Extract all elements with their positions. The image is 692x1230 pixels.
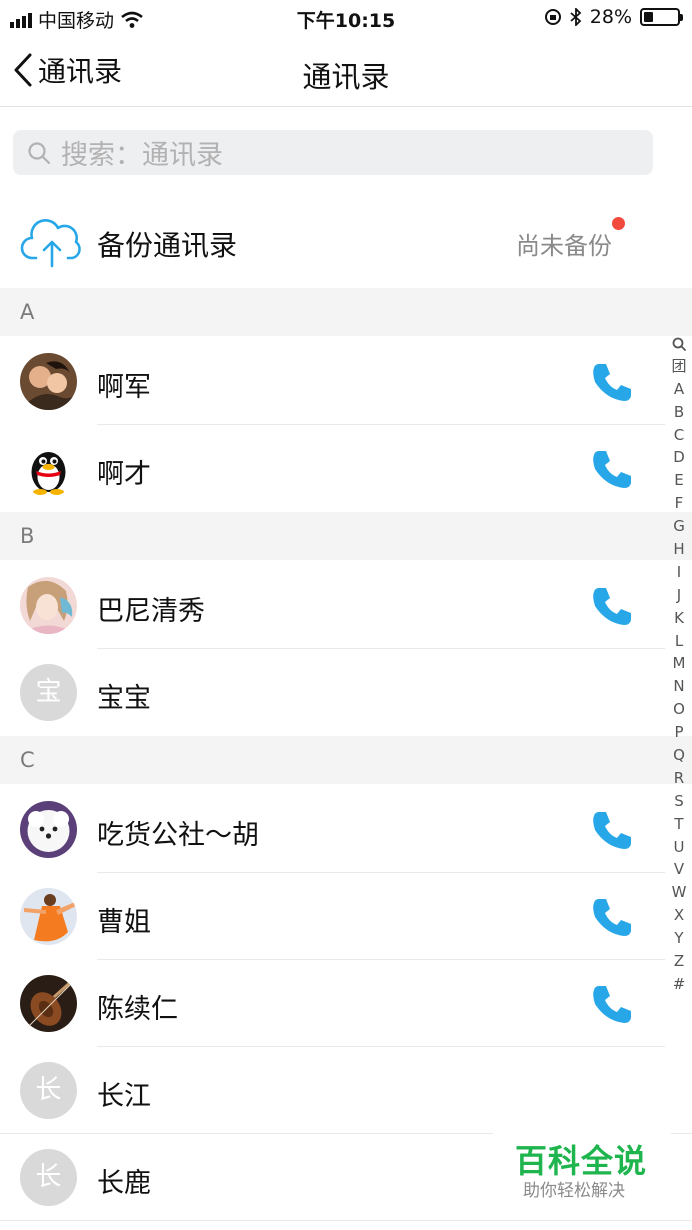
contact-name: 长江 [97,1081,151,1112]
section-header-a: A [0,288,692,336]
notification-dot [612,217,625,230]
index-search-icon[interactable] [668,332,690,355]
index-item[interactable]: M [668,652,690,675]
index-item[interactable]: # [668,973,690,996]
battery-percent: 28% [589,6,632,28]
avatar [20,888,77,945]
index-item[interactable]: S [668,790,690,813]
index-item[interactable]: L [668,630,690,653]
index-item[interactable]: H [668,538,690,561]
status-bar: 中国移动 下午10:15 28% [0,0,692,36]
phone-icon[interactable] [590,447,634,491]
contact-name: 长鹿 [97,1168,151,1199]
backup-status: 尚未备份 [516,232,612,260]
cloud-upload-icon [20,219,81,268]
watermark-logo: 百科全说 助你轻松解决 [493,1130,671,1218]
page-title: 通讯录 [302,60,390,94]
contact-row[interactable]: 长 长江 [0,1047,692,1134]
index-item[interactable]: E [668,469,690,492]
phone-icon[interactable] [590,982,634,1026]
avatar: 长 [20,1062,77,1119]
contact-row[interactable]: 曹姐 [0,873,692,960]
avatar [20,353,77,410]
section-header-c: C [0,736,692,784]
index-item[interactable]: B [668,401,690,424]
index-item[interactable]: P [668,721,690,744]
phone-icon[interactable] [590,808,634,852]
index-item[interactable]: Y [668,927,690,950]
index-item[interactable]: T [668,813,690,836]
backup-contacts-row[interactable]: 备份通讯录 尚未备份 [0,196,692,288]
watermark-subtitle: 助你轻松解决 [523,1181,625,1201]
avatar [20,440,77,497]
avatar [20,975,77,1032]
index-item[interactable]: R [668,767,690,790]
index-item[interactable]: K [668,607,690,630]
section-header-b: B [0,512,692,560]
contact-name: 陈续仁 [97,994,178,1025]
contact-name: 吃货公社～胡 [97,820,259,851]
rotation-lock-icon [544,9,561,25]
search-icon [28,141,51,164]
phone-icon[interactable] [590,895,634,939]
contact-row[interactable]: 巴尼清秀 [0,562,692,649]
battery-icon [640,8,683,26]
bluetooth-icon [570,8,582,26]
contact-row[interactable]: 陈续仁 [0,960,692,1047]
index-item[interactable]: C [668,424,690,447]
index-item[interactable]: D [668,446,690,469]
index-item[interactable]: V [668,858,690,881]
index-item[interactable]: O [668,698,690,721]
contact-row[interactable]: 宝 宝宝 [0,649,692,736]
index-item[interactable]: U [668,836,690,859]
avatar [20,801,77,858]
contact-row[interactable]: 吃货公社～胡 [0,786,692,873]
avatar [20,577,77,634]
phone-icon[interactable] [590,584,634,628]
index-item[interactable]: Q [668,744,690,767]
contact-row[interactable]: 啊才 [0,425,692,512]
index-item[interactable]: W [668,881,690,904]
index-item[interactable]: X [668,904,690,927]
index-item[interactable]: A [668,378,690,401]
contact-name: 宝宝 [97,683,151,714]
search-input[interactable]: 搜索：通讯录 [13,130,653,175]
contact-name: 巴尼清秀 [97,596,205,627]
divider [0,1220,692,1221]
avatar: 宝 [20,664,77,721]
avatar: 长 [20,1149,77,1206]
contact-name: 啊才 [97,459,151,490]
phone-icon[interactable] [590,360,634,404]
index-item[interactable]: J [668,584,690,607]
index-item[interactable]: G [668,515,690,538]
contact-row[interactable]: 啊军 [0,338,692,425]
contact-name: 曹姐 [97,907,151,938]
search-placeholder: 搜索：通讯录 [61,140,223,171]
index-item[interactable]: F [668,492,690,515]
index-item[interactable]: N [668,675,690,698]
index-item[interactable]: I [668,561,690,584]
index-item[interactable]: Z [668,950,690,973]
nav-bar: 通讯录 通讯录 [0,36,692,107]
contact-name: 啊军 [97,372,151,403]
backup-label: 备份通讯录 [97,229,238,262]
index-item[interactable]: 团 [668,355,690,378]
alphabet-index-bar[interactable]: 团 A B C D E F G H I J K L M N O P Q R S … [668,332,690,996]
